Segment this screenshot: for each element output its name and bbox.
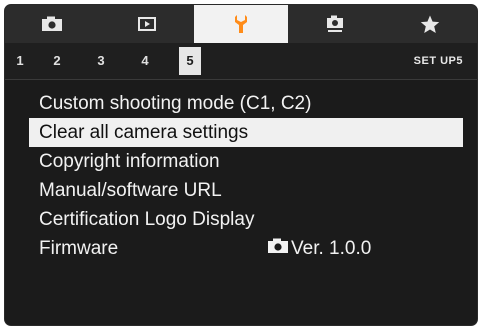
star-icon: [420, 15, 440, 34]
menu-item-label: Clear all camera settings: [39, 122, 249, 143]
category-tab-bar: [5, 5, 477, 43]
menu-item-manual-software-url[interactable]: Manual/software URL: [5, 176, 477, 205]
menu-item-label: Certification Logo Display: [39, 209, 255, 230]
page-indicator-strip: 1 2 3 4 5 SET UP5: [5, 43, 477, 79]
menu-item-clear-all-camera-settings[interactable]: Clear all camera settings: [29, 118, 463, 147]
menu-item-label: Copyright information: [39, 151, 220, 172]
menu-item-copyright-information[interactable]: Copyright information: [5, 147, 477, 176]
camera-icon: [267, 234, 291, 263]
tab-custom-functions[interactable]: [288, 5, 382, 43]
menu-item-label: Firmware: [39, 238, 119, 259]
menu-item-firmware[interactable]: Firmware Ver. 1.0.0: [5, 234, 477, 263]
tab-setup[interactable]: [193, 5, 289, 43]
firmware-version-text: Ver. 1.0.0: [291, 238, 372, 259]
firmware-version-value: Ver. 1.0.0: [267, 234, 371, 263]
menu-item-certification-logo-display[interactable]: Certification Logo Display: [5, 205, 477, 234]
menu-item-label: Manual/software URL: [39, 180, 222, 201]
camera-menu-screen: 1 2 3 4 5 SET UP5 Custom shooting mode (…: [4, 4, 478, 326]
page-number[interactable]: 1: [5, 43, 35, 79]
menu-page-name: SET UP5: [413, 55, 463, 67]
wrench-icon: [234, 14, 248, 34]
page-number-active[interactable]: 5: [179, 47, 201, 75]
page-number[interactable]: 4: [123, 43, 167, 79]
page-number[interactable]: 2: [35, 43, 79, 79]
tab-playback[interactable]: [99, 5, 193, 43]
page-number[interactable]: 3: [79, 43, 123, 79]
menu-item-custom-shooting-mode[interactable]: Custom shooting mode (C1, C2): [5, 89, 477, 118]
camera-custom-icon: [325, 14, 345, 34]
menu-item-label: Custom shooting mode (C1, C2): [39, 93, 312, 114]
menu-list: Custom shooting mode (C1, C2) Clear all …: [5, 89, 477, 263]
tab-my-menu[interactable]: [383, 5, 477, 43]
tab-shooting[interactable]: [5, 5, 99, 43]
playback-icon: [137, 17, 156, 31]
camera-icon: [41, 16, 63, 32]
